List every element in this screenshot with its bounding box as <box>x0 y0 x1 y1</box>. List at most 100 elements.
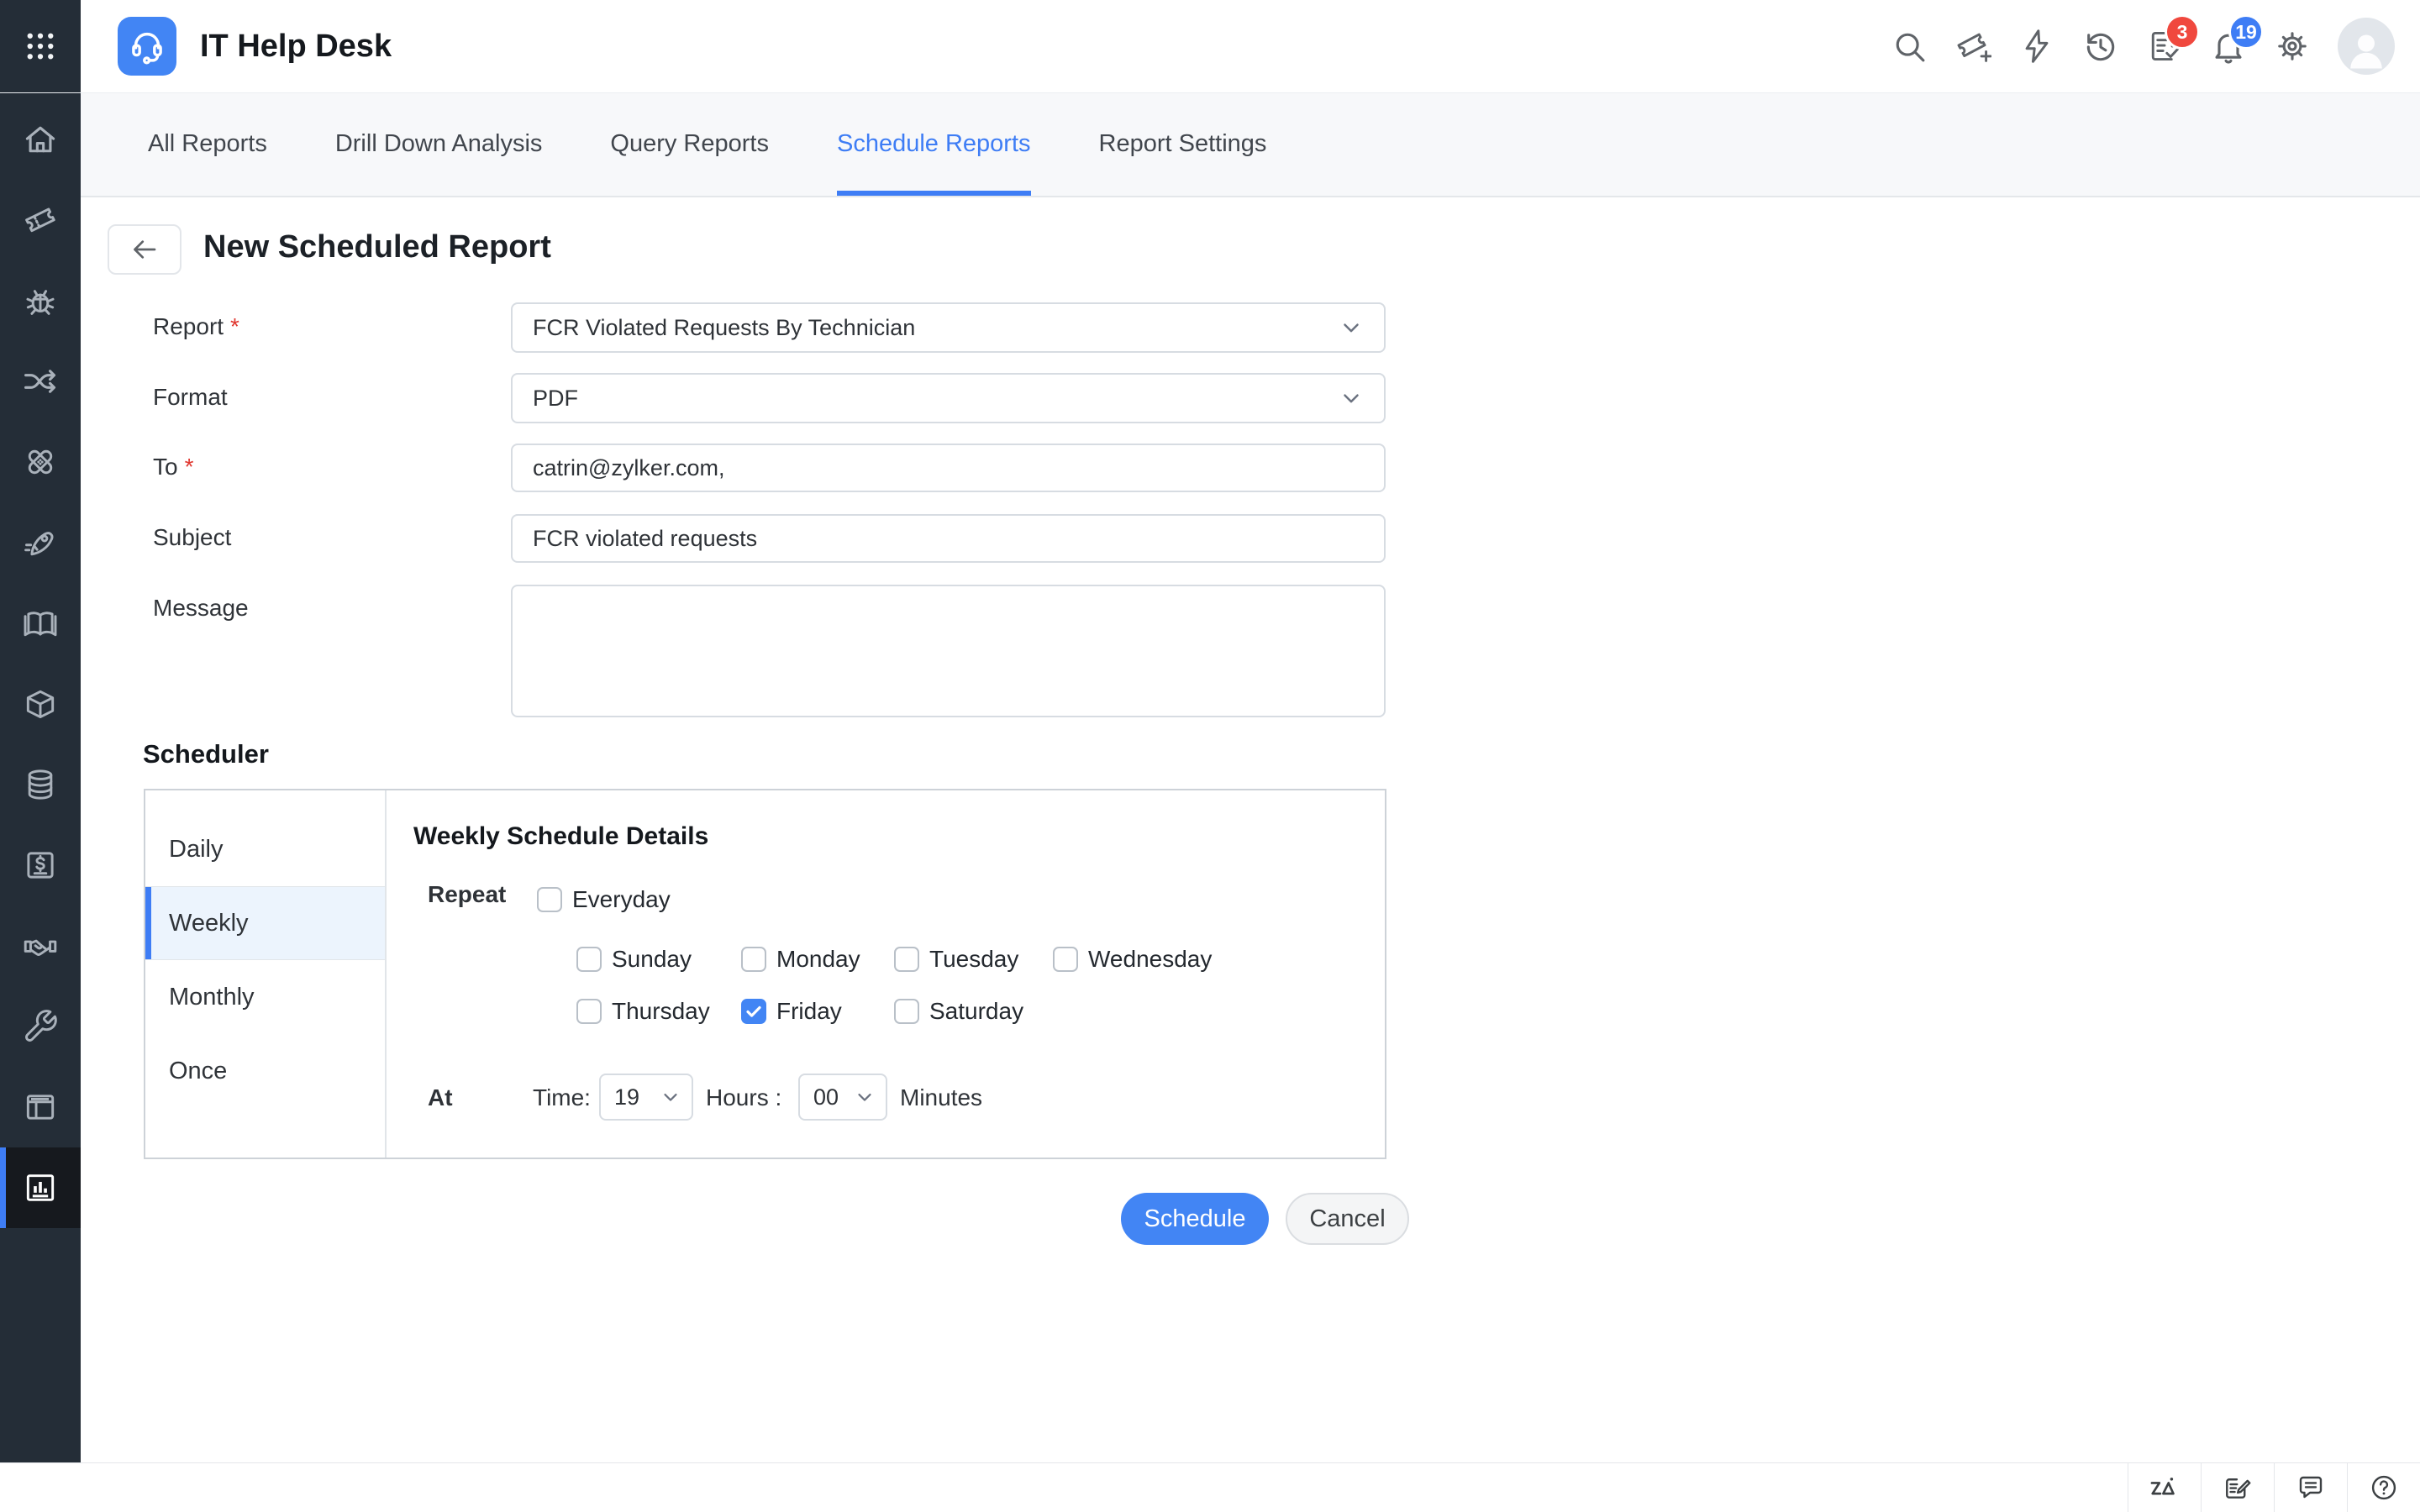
report-select[interactable]: FCR Violated Requests By Technician <box>511 302 1386 353</box>
report-tabs: All Reports Drill Down Analysis Query Re… <box>81 92 2420 197</box>
tab-query-reports[interactable]: Query Reports <box>610 92 769 196</box>
back-button[interactable] <box>108 224 182 275</box>
schedule-button[interactable]: Schedule <box>1121 1193 1269 1245</box>
topbar-actions: 3 19 <box>1891 18 2420 75</box>
day-option: Saturday <box>894 998 1023 1025</box>
sidebar-item-views-layout-icon[interactable] <box>0 1067 81 1147</box>
app-grid-icon <box>23 29 58 64</box>
cancel-button[interactable]: Cancel <box>1286 1193 1409 1245</box>
friday-label: Friday <box>776 998 842 1025</box>
history-icon[interactable] <box>2082 28 2119 65</box>
scheduler-tab-weekly[interactable]: Weekly <box>145 886 385 960</box>
user-avatar[interactable] <box>2338 18 2395 75</box>
format-select-value: PDF <box>533 386 578 412</box>
time-label: Time: <box>533 1084 591 1111</box>
tab-report-settings[interactable]: Report Settings <box>1099 92 1267 196</box>
page-title: New Scheduled Report <box>203 220 551 274</box>
sidebar-item-assets-box-icon[interactable] <box>0 664 81 744</box>
everyday-option: Everyday <box>537 886 671 913</box>
sidebar-item-requests-ticket-icon[interactable] <box>0 180 81 260</box>
chevron-down-icon <box>1339 315 1364 340</box>
sidebar-item-projects-rocket-icon[interactable] <box>0 502 81 583</box>
report-select-value: FCR Violated Requests By Technician <box>533 315 915 341</box>
sidebar-item-admin-wrench-icon[interactable] <box>0 986 81 1067</box>
sidebar-item-cmdb-database-icon[interactable] <box>0 744 81 825</box>
notifications-bell-icon[interactable]: 19 <box>2210 28 2247 65</box>
scheduler-panel: Daily Weekly Monthly Once Weekly Schedul… <box>144 789 1386 1159</box>
help-icon[interactable] <box>2347 1463 2420 1512</box>
settings-gear-icon[interactable] <box>2274 28 2311 65</box>
everyday-checkbox[interactable] <box>537 887 562 912</box>
hours-label: Hours : <box>706 1084 781 1111</box>
app-grid-button[interactable] <box>0 0 81 92</box>
sidebar-item-reports-chart-icon[interactable] <box>0 1147 81 1228</box>
to-input[interactable] <box>511 444 1386 492</box>
scheduler-tab-daily[interactable]: Daily <box>145 812 385 886</box>
minutes-label: Minutes <box>900 1084 982 1111</box>
zia-assistant-icon[interactable] <box>2128 1463 2201 1512</box>
minutes-select-value: 00 <box>813 1084 839 1110</box>
subject-input[interactable] <box>511 514 1386 563</box>
sunday-label: Sunday <box>612 946 692 973</box>
subject-label: Subject <box>153 524 231 551</box>
approvals-badge: 3 <box>2165 14 2200 50</box>
saturday-label: Saturday <box>929 998 1023 1025</box>
day-option: Thursday <box>576 998 710 1025</box>
subject-field-wrap <box>511 514 1386 563</box>
approvals-icon[interactable]: 3 <box>2146 28 2183 65</box>
repeat-label: Repeat <box>428 881 506 908</box>
to-field-wrap <box>511 444 1386 492</box>
main-content: All Reports Drill Down Analysis Query Re… <box>81 92 2420 1463</box>
scheduler-tab-monthly[interactable]: Monthly <box>145 960 385 1034</box>
format-select[interactable]: PDF <box>511 373 1386 423</box>
saturday-checkbox[interactable] <box>894 999 919 1024</box>
day-option: Tuesday <box>894 946 1018 973</box>
day-option: Monday <box>741 946 860 973</box>
tab-drill-down-analysis[interactable]: Drill Down Analysis <box>335 92 543 196</box>
wednesday-checkbox[interactable] <box>1053 947 1078 972</box>
scheduler-tab-once[interactable]: Once <box>145 1034 385 1108</box>
report-label: Report* <box>153 313 239 340</box>
thursday-label: Thursday <box>612 998 710 1025</box>
weekly-schedule-title: Weekly Schedule Details <box>413 822 708 851</box>
tuesday-checkbox[interactable] <box>894 947 919 972</box>
tuesday-label: Tuesday <box>929 946 1018 973</box>
message-field-wrap <box>511 585 1386 722</box>
sidebar-item-problems-bug-icon[interactable] <box>0 260 81 341</box>
sidebar-item-purchase-billing-icon[interactable] <box>0 825 81 906</box>
scheduler-heading: Scheduler <box>143 739 269 769</box>
app-window: IT Help Desk 3 19 <box>0 0 2420 1512</box>
required-asterisk: * <box>230 313 239 339</box>
everyday-label: Everyday <box>572 886 671 913</box>
thursday-checkbox[interactable] <box>576 999 602 1024</box>
message-textarea[interactable] <box>511 585 1386 717</box>
monday-label: Monday <box>776 946 860 973</box>
sidebar-item-changes-shuffle-icon[interactable] <box>0 341 81 422</box>
feedback-edit-icon[interactable] <box>2201 1463 2274 1512</box>
day-option: Friday <box>741 998 842 1025</box>
quick-actions-icon[interactable] <box>2018 28 2055 65</box>
app-title: IT Help Desk <box>200 29 392 65</box>
chat-icon[interactable] <box>2274 1463 2347 1512</box>
sidebar-item-solutions-book-icon[interactable] <box>0 583 81 664</box>
left-sidebar <box>0 92 81 1463</box>
sunday-checkbox[interactable] <box>576 947 602 972</box>
add-ticket-icon[interactable] <box>1954 28 1991 65</box>
weekly-schedule-details: Weekly Schedule Details Repeat Everyday … <box>388 790 1385 1158</box>
app-logo[interactable] <box>118 17 176 76</box>
day-option: Sunday <box>576 946 692 973</box>
minutes-select[interactable]: 00 <box>798 1074 887 1121</box>
sidebar-item-home-icon[interactable] <box>0 99 81 180</box>
sidebar-item-releases-patch-icon[interactable] <box>0 422 81 502</box>
tab-all-reports[interactable]: All Reports <box>148 92 267 196</box>
sidebar-item-contracts-handshake-icon[interactable] <box>0 906 81 986</box>
notifications-badge: 19 <box>2228 14 2264 50</box>
friday-checkbox[interactable] <box>741 999 766 1024</box>
tab-schedule-reports[interactable]: Schedule Reports <box>837 92 1031 196</box>
search-icon[interactable] <box>1891 28 1928 65</box>
hours-select[interactable]: 19 <box>599 1074 693 1121</box>
chevron-down-icon <box>660 1086 681 1108</box>
monday-checkbox[interactable] <box>741 947 766 972</box>
to-label: To* <box>153 454 193 480</box>
bottom-bar <box>0 1462 2420 1512</box>
